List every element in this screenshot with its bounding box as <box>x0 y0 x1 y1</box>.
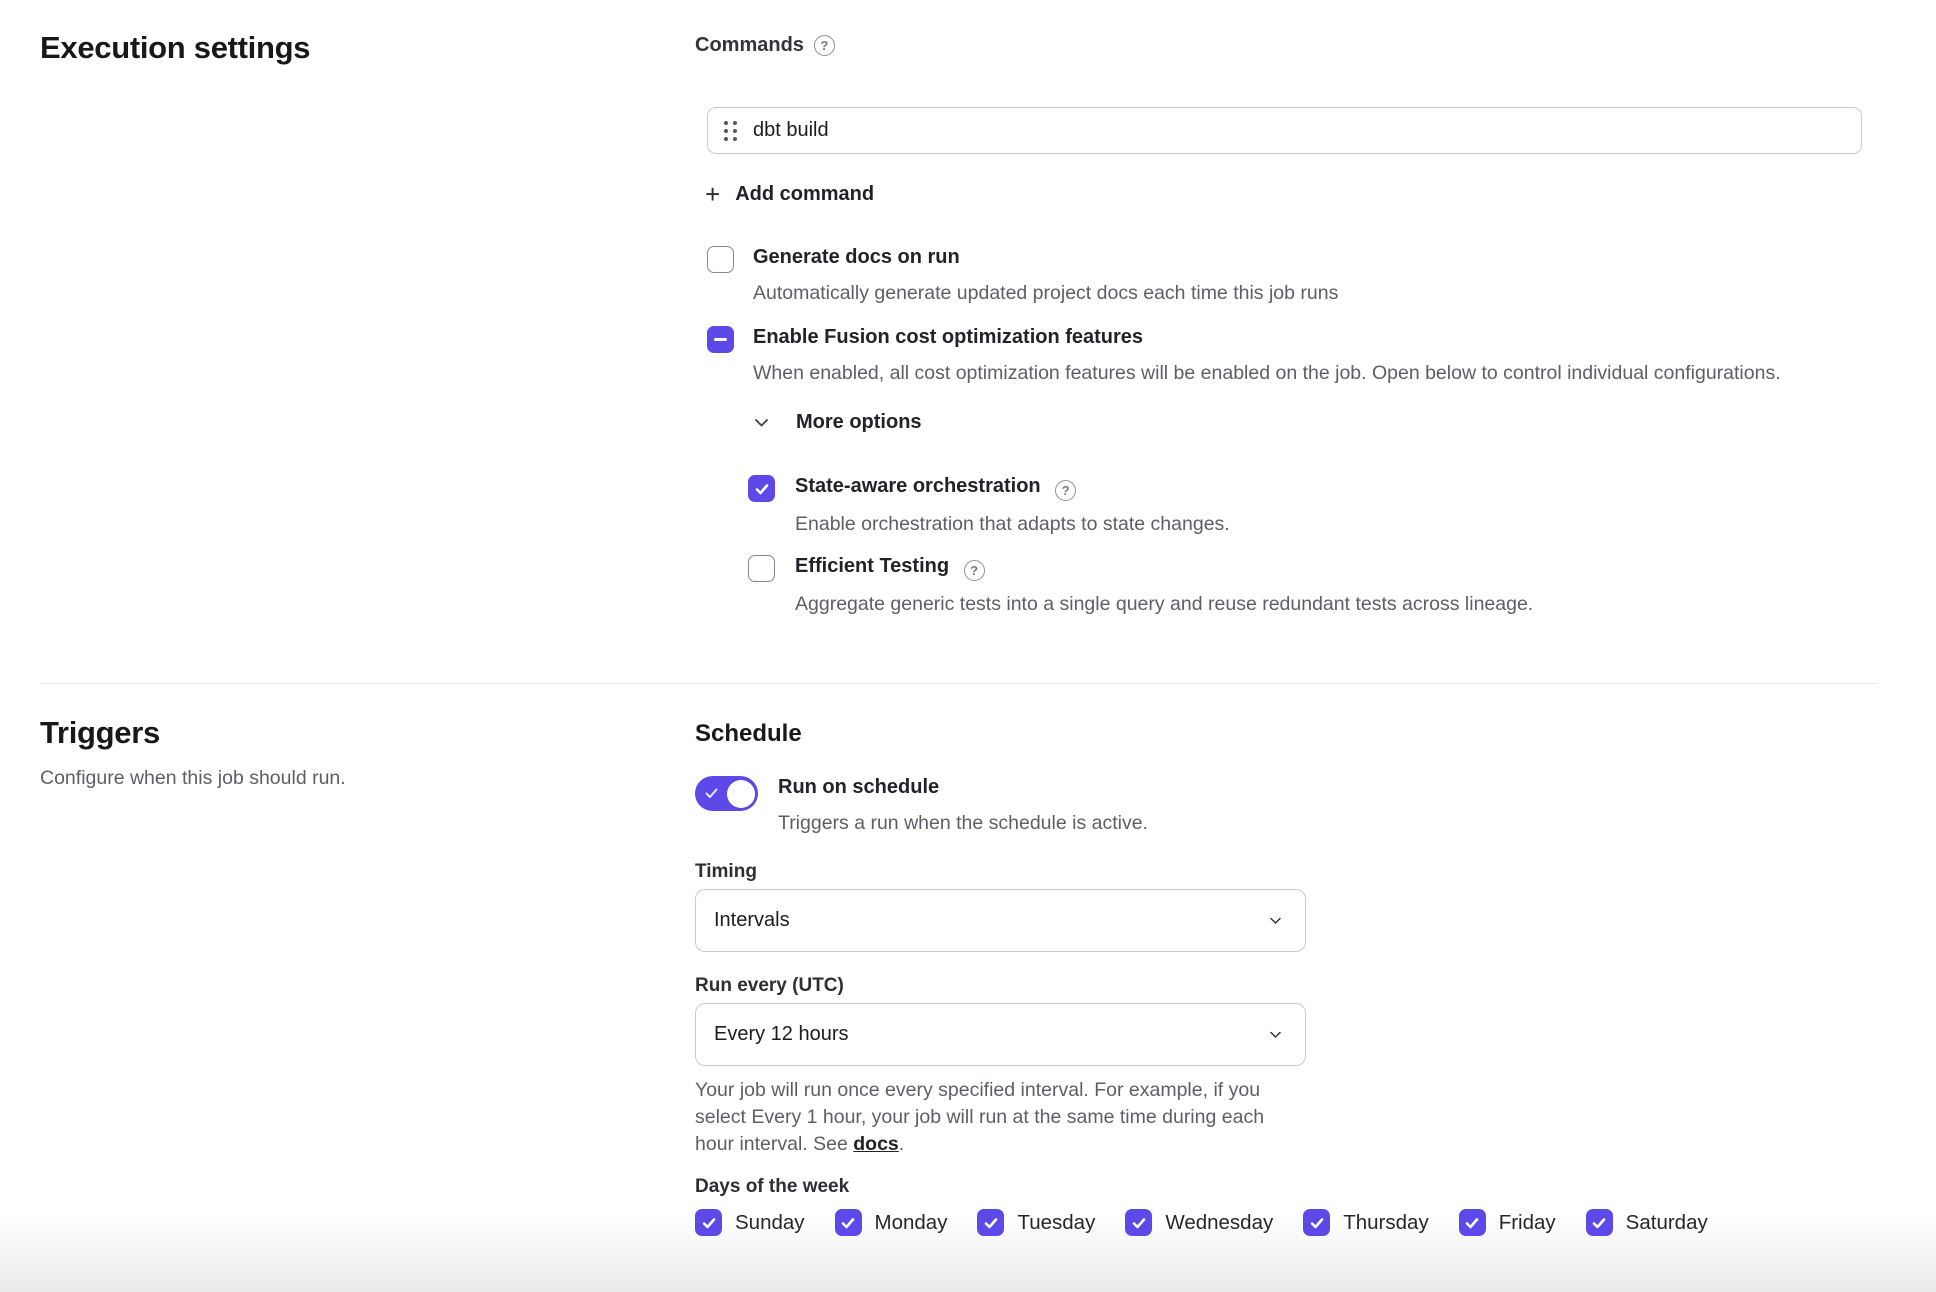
indeterminate-dash-icon <box>714 338 727 342</box>
check-icon <box>754 481 770 497</box>
check-icon <box>701 1215 717 1231</box>
more-options-expander[interactable]: More options <box>753 411 922 434</box>
day-checkbox[interactable] <box>1459 1209 1486 1236</box>
run-on-schedule-toggle[interactable] <box>695 776 758 811</box>
triggers-subtitle: Configure when this job should run. <box>40 767 346 790</box>
commands-help-icon[interactable]: ? <box>814 35 835 56</box>
run-on-schedule-label[interactable]: Run on schedule <box>778 776 1148 799</box>
triggers-title: Triggers <box>40 715 160 751</box>
timing-select[interactable]: Intervals <box>695 889 1306 952</box>
chevron-down-icon <box>1268 1027 1283 1042</box>
day-label[interactable]: Wednesday <box>1165 1211 1273 1235</box>
commands-label: Commands <box>695 34 804 57</box>
toggle-knob <box>727 780 755 808</box>
run-every-label: Run every (UTC) <box>695 975 844 997</box>
fusion-optimization-checkbox[interactable] <box>707 326 734 353</box>
generate-docs-checkbox[interactable] <box>707 246 734 273</box>
generate-docs-desc: Automatically generate updated project d… <box>753 280 1338 306</box>
check-icon <box>1309 1215 1325 1231</box>
day-thursday[interactable]: Thursday <box>1303 1209 1428 1236</box>
check-icon <box>1464 1215 1480 1231</box>
execution-settings-title: Execution settings <box>40 30 310 66</box>
timing-select-value: Intervals <box>714 909 790 932</box>
day-checkbox[interactable] <box>1125 1209 1152 1236</box>
add-command-button[interactable]: + Add command <box>705 181 874 207</box>
command-value[interactable]: dbt build <box>753 119 829 142</box>
add-command-label: Add command <box>735 183 874 206</box>
day-saturday[interactable]: Saturday <box>1586 1209 1708 1236</box>
state-aware-checkbox[interactable] <box>748 475 775 502</box>
day-checkbox[interactable] <box>1586 1209 1613 1236</box>
fusion-optimization-desc: When enabled, all cost optimization feat… <box>753 360 1843 386</box>
interval-helper-text: Your job will run once every specified i… <box>695 1077 1295 1158</box>
chevron-down-icon <box>753 414 770 431</box>
helper-text-after: . <box>899 1133 904 1155</box>
more-options-label: More options <box>796 411 922 434</box>
day-wednesday[interactable]: Wednesday <box>1125 1209 1273 1236</box>
chevron-down-icon <box>1268 913 1283 928</box>
check-icon <box>704 786 719 800</box>
check-icon <box>1131 1215 1147 1231</box>
plus-icon: + <box>705 181 720 207</box>
efficient-testing-checkbox[interactable] <box>748 555 775 582</box>
day-checkbox[interactable] <box>695 1209 722 1236</box>
state-aware-label[interactable]: State-aware orchestration <box>795 475 1041 497</box>
days-of-week-row: Sunday Monday Tuesday Wednesday Thursday… <box>695 1209 1708 1236</box>
timing-label: Timing <box>695 861 757 883</box>
check-icon <box>840 1215 856 1231</box>
day-checkbox[interactable] <box>835 1209 862 1236</box>
check-icon <box>983 1215 999 1231</box>
day-checkbox[interactable] <box>977 1209 1004 1236</box>
generate-docs-label[interactable]: Generate docs on run <box>753 246 1338 269</box>
efficient-testing-label[interactable]: Efficient Testing <box>795 555 949 577</box>
day-label[interactable]: Tuesday <box>1017 1211 1095 1235</box>
run-on-schedule-desc: Triggers a run when the schedule is acti… <box>778 810 1148 836</box>
day-label[interactable]: Friday <box>1499 1211 1556 1235</box>
docs-link[interactable]: docs <box>853 1133 899 1155</box>
fusion-optimization-label[interactable]: Enable Fusion cost optimization features <box>753 326 1843 349</box>
day-sunday[interactable]: Sunday <box>695 1209 805 1236</box>
day-label[interactable]: Thursday <box>1343 1211 1428 1235</box>
schedule-title: Schedule <box>695 720 802 748</box>
day-tuesday[interactable]: Tuesday <box>977 1209 1095 1236</box>
efficient-testing-desc: Aggregate generic tests into a single qu… <box>795 591 1533 617</box>
run-every-select[interactable]: Every 12 hours <box>695 1003 1306 1066</box>
efficient-testing-help-icon[interactable]: ? <box>964 560 985 581</box>
helper-text-before: Your job will run once every specified i… <box>695 1079 1264 1155</box>
state-aware-desc: Enable orchestration that adapts to stat… <box>795 511 1230 537</box>
job-settings-page: Execution settings Commands ? dbt build … <box>0 0 1936 1292</box>
drag-handle-icon[interactable] <box>724 121 737 141</box>
state-aware-help-icon[interactable]: ? <box>1055 480 1076 501</box>
check-icon <box>1591 1215 1607 1231</box>
days-of-week-label: Days of the week <box>695 1176 849 1198</box>
day-label[interactable]: Monday <box>875 1211 948 1235</box>
command-input[interactable]: dbt build <box>707 107 1862 154</box>
day-monday[interactable]: Monday <box>835 1209 948 1236</box>
section-divider <box>40 683 1877 684</box>
day-checkbox[interactable] <box>1303 1209 1330 1236</box>
run-every-select-value: Every 12 hours <box>714 1023 849 1046</box>
day-label[interactable]: Sunday <box>735 1211 805 1235</box>
day-label[interactable]: Saturday <box>1626 1211 1708 1235</box>
day-friday[interactable]: Friday <box>1459 1209 1556 1236</box>
